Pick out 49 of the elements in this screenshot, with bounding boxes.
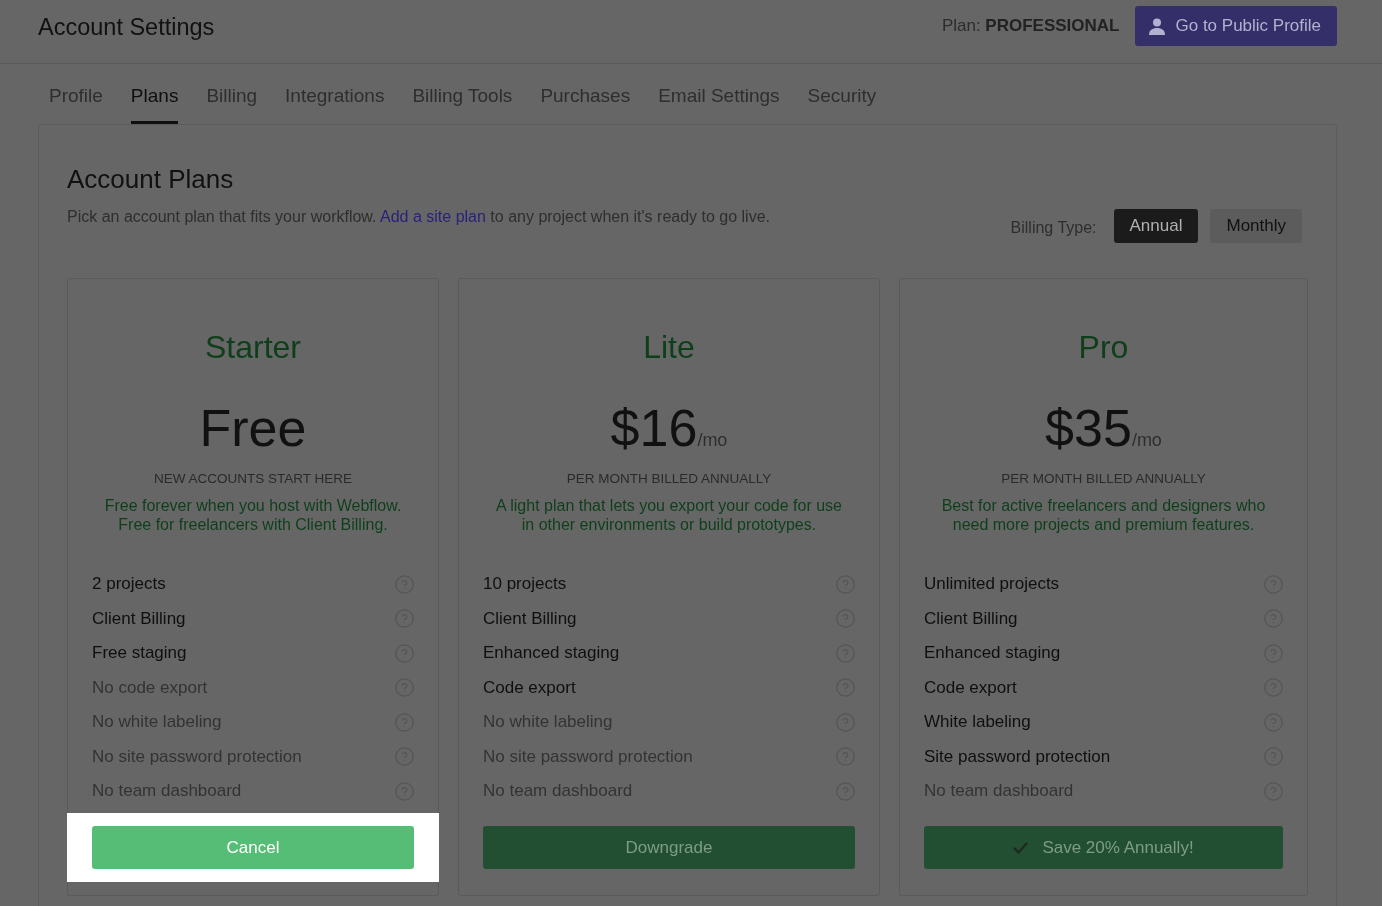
current-plan: Plan: PROFESSIONAL	[941, 16, 1120, 36]
plan-price: $16	[610, 398, 698, 459]
plan-action-button[interactable]: Downgrade	[483, 826, 855, 869]
plan-name: Lite	[642, 328, 696, 367]
check-icon	[1013, 841, 1029, 854]
feature-label: Unlimited projects	[924, 574, 1060, 595]
settings-tab[interactable]: Plans	[130, 64, 179, 124]
billing-option-button[interactable]: Annual	[1113, 209, 1199, 243]
feature-label: White labeling	[924, 712, 1031, 733]
feature-label: Site password protection	[924, 746, 1111, 767]
settings-tab[interactable]: Billing	[206, 64, 258, 124]
feature-label: 2 projects	[92, 574, 166, 595]
feature-label: Client Billing	[92, 608, 186, 629]
plan-subtitle: NEW ACCOUNTS START HERE	[153, 470, 353, 488]
plan-subtitle: PER MONTH BILLED ANNUALLY	[565, 470, 773, 488]
plan-description: A light plan that lets you export your code for use in other environments or build prototypes.	[495, 496, 843, 534]
settings-tab[interactable]: Billing Tools	[412, 64, 513, 124]
price-period: /mo	[1131, 430, 1162, 451]
plan-action-button[interactable]: Save 20% Annually!	[924, 826, 1283, 869]
settings-tab[interactable]: Integrations	[285, 64, 385, 124]
public-profile-button[interactable]: Go to Public Profile	[1135, 6, 1337, 46]
feature-label: Client Billing	[924, 608, 1018, 629]
feature-label: Enhanced staging	[924, 643, 1061, 664]
plan-action-button[interactable]: Cancel	[92, 826, 414, 869]
plan-subtitle: PER MONTH BILLED ANNUALLY	[1000, 470, 1207, 488]
plan-description: Free forever when you host with Webflow. Free for freelancers with Client Billing.	[103, 496, 403, 534]
settings-tab[interactable]: Security	[807, 64, 877, 124]
settings-tab[interactable]: Email Settings	[658, 64, 780, 124]
feature-label: Code export	[924, 677, 1017, 698]
section-heading: Account Plans	[67, 163, 235, 195]
price-period: /mo	[697, 430, 728, 451]
settings-tab[interactable]: Profile	[49, 64, 103, 124]
plan-name: Starter	[204, 328, 302, 367]
billing-option-button[interactable]: Monthly	[1210, 209, 1302, 243]
plan-price: Free	[199, 398, 307, 459]
feature-label: 10 projects	[483, 574, 567, 595]
page-title: Account Settings	[38, 13, 215, 42]
plan-price: $35	[1045, 398, 1132, 459]
plans-description: Pick an account plan that fits your workflow. Add a site plan to any project when it's ready to go live.	[67, 207, 770, 227]
feature-label: Enhanced staging	[483, 643, 620, 664]
feature-label: Client Billing	[483, 608, 577, 629]
plan-description: Best for active freelancers and designers who need more projects and premium features.	[940, 496, 1267, 534]
billing-type-label: Billing Type:	[1010, 218, 1097, 237]
plan-name: Pro	[1077, 328, 1130, 367]
user-icon	[1149, 17, 1166, 35]
feature-label: Code export	[483, 677, 576, 698]
site-plan-link[interactable]: Add a site plan	[380, 208, 486, 225]
feature-label: Free staging	[92, 643, 187, 664]
settings-tab[interactable]: Purchases	[540, 64, 631, 124]
